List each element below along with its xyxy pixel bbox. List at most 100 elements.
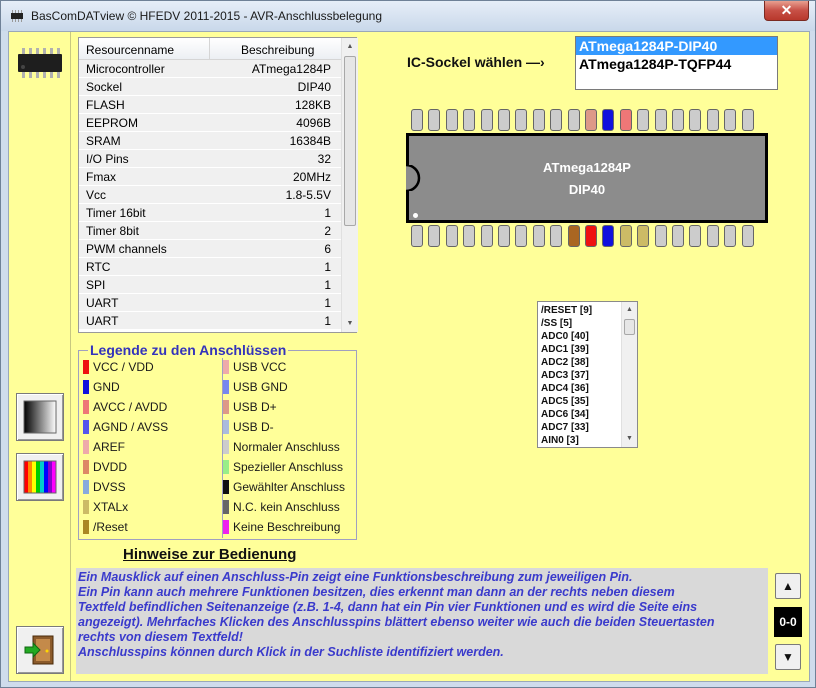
ic-pin[interactable] [654, 225, 667, 247]
close-button[interactable]: ✕ [764, 1, 809, 21]
search-scrollbar-thumb[interactable] [624, 319, 635, 335]
ic-pin[interactable] [706, 109, 719, 131]
color-bars-icon [23, 460, 57, 494]
page-up-button[interactable]: ▲ [775, 573, 801, 599]
ic-pin[interactable] [619, 225, 632, 247]
resource-value-cell: 128KB [294, 98, 331, 112]
legend-swatch [83, 460, 89, 474]
list-item[interactable]: ADC3 [37] [538, 369, 621, 382]
list-item[interactable]: ADC7 [33] [538, 421, 621, 434]
table-row[interactable]: SRAM 16384B [79, 132, 341, 150]
grayscale-button[interactable] [16, 393, 64, 441]
ic-pin[interactable] [724, 109, 737, 131]
exit-button[interactable] [16, 626, 64, 674]
ic-pin[interactable] [741, 225, 754, 247]
table-row[interactable]: Vcc 1.8-5.5V [79, 186, 341, 204]
ic-pin[interactable] [515, 225, 528, 247]
legend-swatch [83, 420, 89, 434]
ic-pin[interactable] [498, 225, 510, 247]
ic-pin[interactable] [672, 225, 684, 247]
list-item[interactable]: ADC2 [38] [538, 356, 621, 369]
ic-pin[interactable] [585, 109, 597, 131]
table-row[interactable]: PWM channels 6 [79, 240, 341, 258]
ic-pin[interactable] [550, 225, 563, 247]
column-header-resourcename[interactable]: Resourcenname [86, 43, 174, 57]
ic-pin[interactable] [567, 225, 580, 247]
resource-value-cell: 6 [324, 242, 331, 256]
legend-swatch [83, 520, 89, 534]
ic-pin[interactable] [445, 109, 458, 131]
ic-pin[interactable] [480, 225, 493, 247]
table-row[interactable]: Microcontroller ATmega1284P [79, 60, 341, 78]
table-row[interactable]: UART 1 [79, 312, 341, 330]
ic-pin[interactable] [428, 109, 441, 131]
socket-option[interactable]: ATmega1284P-TQFP44 [576, 55, 777, 73]
search-scroll-down-icon[interactable]: ▼ [622, 431, 637, 446]
table-row[interactable]: I/O Pins 32 [79, 150, 341, 168]
ic-pin[interactable] [602, 225, 615, 247]
legend-label: XTALx [93, 500, 129, 514]
search-scroll-up-icon[interactable]: ▲ [622, 302, 637, 317]
table-row[interactable]: Sockel DIP40 [79, 78, 341, 96]
list-item[interactable]: ADC1 [39] [538, 343, 621, 356]
column-header-beschreibung[interactable]: Beschreibung [241, 43, 314, 57]
scroll-up-arrow-icon[interactable]: ▲ [342, 38, 358, 55]
ic-pin[interactable] [532, 109, 545, 131]
socket-option[interactable]: ATmega1284P-DIP40 [576, 37, 777, 55]
table-row[interactable]: SPI 1 [79, 276, 341, 294]
list-item[interactable]: ADC0 [40] [538, 330, 621, 343]
legend-swatch [223, 380, 229, 394]
ic-pin[interactable] [463, 225, 476, 247]
table-row[interactable]: EEPROM 4096B [79, 114, 341, 132]
pin-search-list[interactable]: /RESET [9]/SS [5] ADC0 [40] ADC1 [39] ADC2 … [537, 301, 638, 448]
hints-textbox: Ein Mausklick auf einen Anschluss-Pin ze… [76, 568, 768, 674]
ic-pin[interactable] [637, 225, 650, 247]
ic-pin[interactable] [585, 225, 597, 247]
resource-value-cell: 1 [324, 296, 331, 310]
legend-label: /Reset [93, 520, 128, 534]
ic-pin[interactable] [428, 225, 441, 247]
legend-swatch [223, 420, 229, 434]
list-item[interactable]: ADC5 [35] [538, 395, 621, 408]
scroll-down-arrow-icon[interactable]: ▼ [342, 315, 358, 332]
list-item[interactable]: ADC6 [34] [538, 408, 621, 421]
ic-pin[interactable] [411, 109, 423, 131]
table-row[interactable]: UART 1 [79, 294, 341, 312]
ic-pin[interactable] [654, 109, 667, 131]
ic-pin[interactable] [445, 225, 458, 247]
socket-listbox[interactable]: ATmega1284P-DIP40 ATmega1284P-TQFP44 [575, 36, 778, 90]
page-down-button[interactable]: ▼ [775, 644, 801, 670]
ic-pin[interactable] [567, 109, 580, 131]
ic-pin[interactable] [672, 109, 684, 131]
ic-pin[interactable] [463, 109, 476, 131]
legend-swatch [83, 500, 89, 514]
table-row[interactable]: Timer 16bit 1 [79, 204, 341, 222]
ic-pin[interactable] [689, 109, 702, 131]
resource-table-scrollbar[interactable]: ▲ ▼ [341, 38, 358, 332]
table-row[interactable]: RTC 1 [79, 258, 341, 276]
table-row[interactable]: Timer 8bit 2 [79, 222, 341, 240]
ic-pin[interactable] [637, 109, 650, 131]
table-row[interactable]: Fmax 20MHz [79, 168, 341, 186]
ic-pin[interactable] [550, 109, 563, 131]
table-row[interactable]: FLASH 128KB [79, 96, 341, 114]
list-item[interactable]: /RESET [9] [538, 304, 621, 317]
list-item[interactable]: /SS [5] [538, 317, 621, 330]
list-item[interactable]: AIN0 [3] [538, 434, 621, 447]
scrollbar-thumb[interactable] [344, 56, 356, 226]
ic-pin[interactable] [480, 109, 493, 131]
ic-pin[interactable] [724, 225, 737, 247]
ic-pin[interactable] [689, 225, 702, 247]
list-item[interactable]: ADC4 [36] [538, 382, 621, 395]
search-list-scrollbar[interactable]: ▲ ▼ [621, 302, 637, 447]
ic-pin[interactable] [515, 109, 528, 131]
ic-pin[interactable] [741, 109, 754, 131]
ic-pin[interactable] [602, 109, 615, 131]
ic-pin[interactable] [411, 225, 423, 247]
ic-pin[interactable] [532, 225, 545, 247]
legend-swatch [223, 460, 229, 474]
color-palette-button[interactable] [16, 453, 64, 501]
ic-pin[interactable] [498, 109, 510, 131]
ic-pin[interactable] [619, 109, 632, 131]
ic-pin[interactable] [706, 225, 719, 247]
